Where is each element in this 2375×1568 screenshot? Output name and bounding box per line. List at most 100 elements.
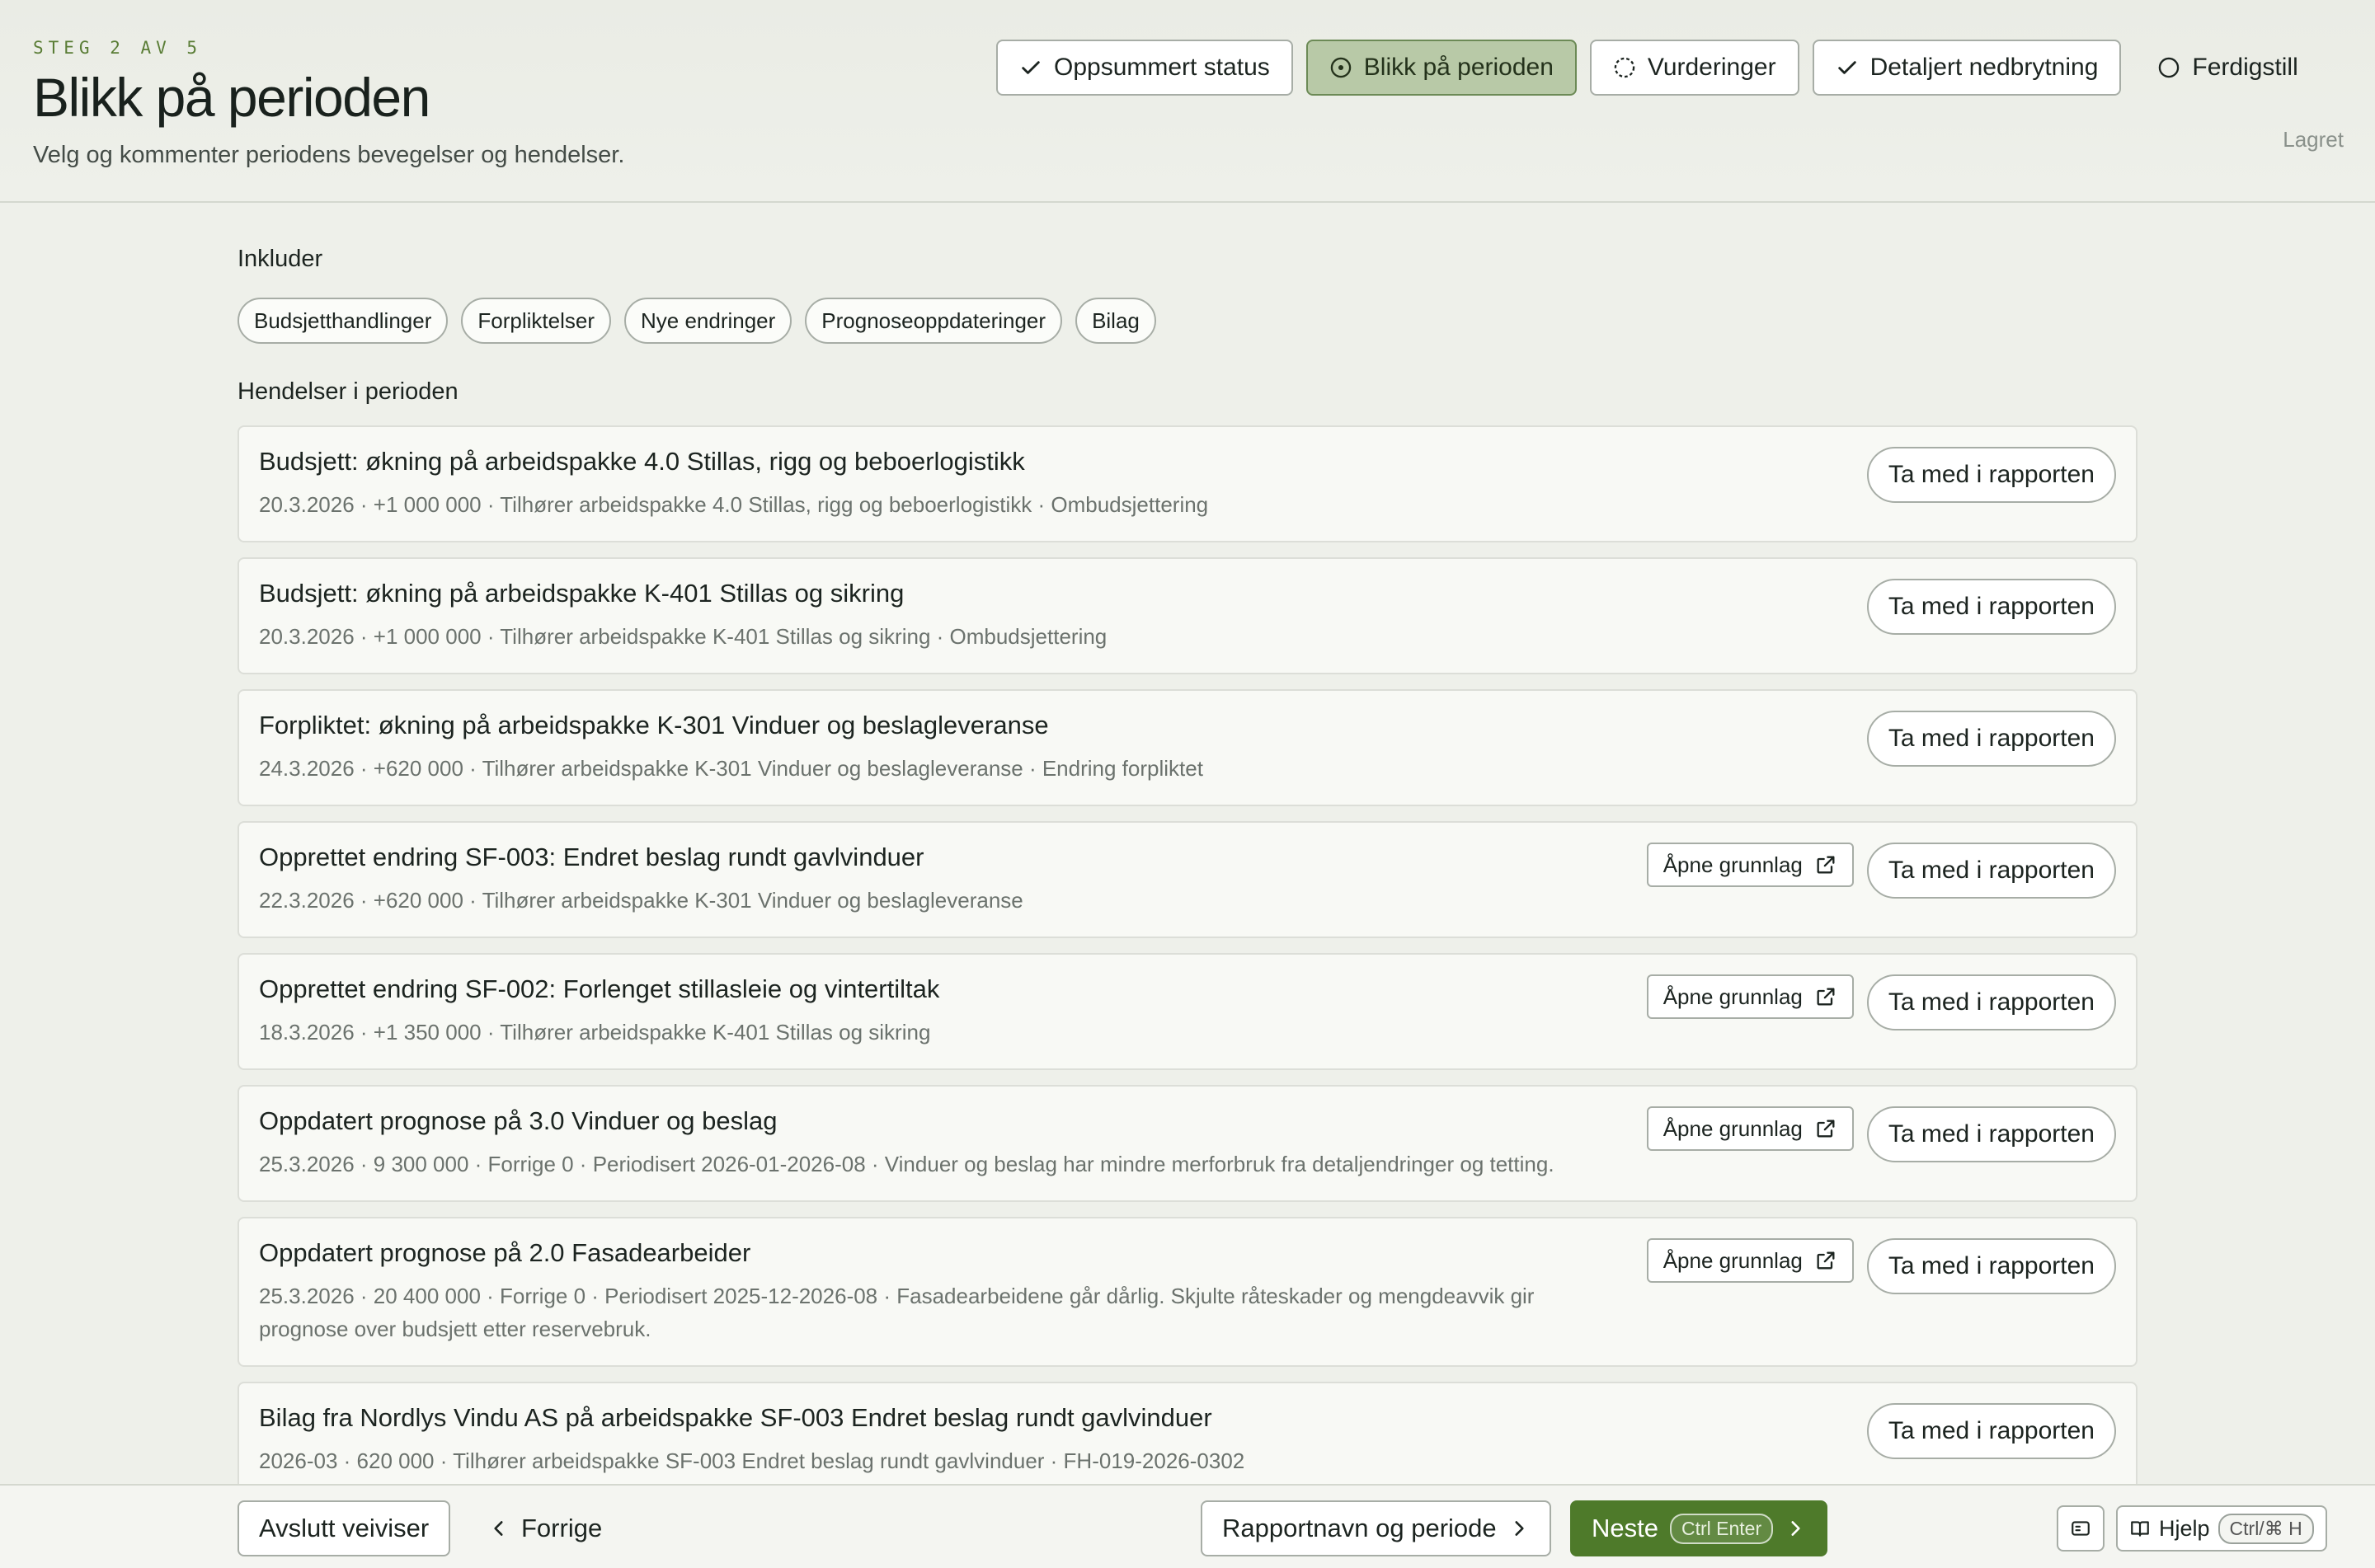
event-meta: 20.3.2026 · +1 000 000 · Tilhører arbeid… — [259, 624, 1108, 649]
stepper: Oppsummert status Blikk på perioden Vurd… — [996, 40, 2321, 96]
event-actions: Ta med i rapporten — [1866, 1403, 2116, 1459]
next-shortcut-hint: Ctrl Enter — [1669, 1513, 1774, 1544]
dashed-circle-icon — [1614, 57, 1635, 78]
step-label: Blikk på perioden — [1363, 54, 1554, 81]
event-meta: 25.3.2026 · 9 300 000 · Forrige 0 · Peri… — [259, 1152, 1554, 1176]
help-button[interactable]: Hjelp Ctrl/⌘ H — [2116, 1505, 2327, 1552]
wizard-footer: Avslutt veiviser Forrige Rapportnavn og … — [0, 1484, 2375, 1568]
event-meta: 25.3.2026 · 20 400 000 · Forrige 0 · Per… — [259, 1284, 1535, 1341]
previous-button[interactable]: Forrige — [467, 1500, 623, 1556]
open-basis-button[interactable]: Åpne grunnlag — [1646, 974, 1854, 1019]
event-card: Oppdatert prognose på 3.0 Vinduer og bes… — [238, 1085, 2138, 1202]
external-link-icon — [1817, 1120, 1835, 1138]
external-link-icon — [1817, 1251, 1835, 1270]
next-label: Neste — [1592, 1514, 1658, 1542]
page-title: Blikk på perioden — [33, 67, 430, 128]
event-card: Forpliktet: økning på arbeidspakke K-301… — [238, 689, 2138, 806]
chip-forpliktelser[interactable]: Forpliktelser — [461, 298, 611, 344]
page-subtitle: Velg og kommenter periodens bevegelser o… — [33, 142, 625, 168]
event-title: Opprettet endring SF-002: Forlenget stil… — [259, 974, 940, 1003]
event-card: Opprettet endring SF-002: Forlenget stil… — [238, 953, 2138, 1070]
event-actions: Ta med i rapporten — [1866, 579, 2116, 635]
step-detaljert-nedbrytning[interactable]: Detaljert nedbrytning — [1812, 40, 2122, 96]
next-button[interactable]: Neste Ctrl Enter — [1570, 1500, 1828, 1556]
report-name-period-label: Rapportnavn og periode — [1222, 1514, 1497, 1542]
include-in-report-button[interactable]: Ta med i rapporten — [1866, 711, 2116, 767]
event-card: Bilag fra Nordlys Vindu AS på arbeidspak… — [238, 1382, 2138, 1499]
exit-wizard-button[interactable]: Avslutt veiviser — [238, 1500, 451, 1556]
help-shortcut-hint: Ctrl/⌘ H — [2217, 1513, 2314, 1544]
include-in-report-button[interactable]: Ta med i rapporten — [1866, 447, 2116, 503]
step-blikk-pa-perioden[interactable]: Blikk på perioden — [1305, 40, 1577, 96]
open-basis-button[interactable]: Åpne grunnlag — [1646, 843, 1854, 887]
wizard-header: STEG 2 AV 5 Blikk på perioden Velg og ko… — [0, 0, 2375, 203]
event-card: Opprettet endring SF-003: Endret beslag … — [238, 821, 2138, 938]
event-actions: Åpne grunnlag Ta med i rapporten — [1646, 1106, 2116, 1162]
step-vurderinger[interactable]: Vurderinger — [1589, 40, 1799, 96]
chip-bilag[interactable]: Bilag — [1075, 298, 1156, 344]
layout-toggle-button[interactable] — [2057, 1505, 2105, 1552]
check-icon — [1837, 61, 1856, 74]
chip-budsjetthandlinger[interactable]: Budsjetthandlinger — [238, 298, 449, 344]
include-in-report-label: Ta med i rapporten — [1888, 1252, 2095, 1279]
include-filter-chips: Budsjetthandlinger Forpliktelser Nye end… — [238, 298, 2138, 344]
event-actions: Åpne grunnlag Ta med i rapporten — [1646, 974, 2116, 1030]
external-link-icon — [1817, 856, 1835, 874]
step-label: Vurderinger — [1647, 54, 1776, 81]
include-in-report-button[interactable]: Ta med i rapporten — [1866, 974, 2116, 1030]
circle-icon — [2159, 57, 2180, 78]
event-meta: 18.3.2026 · +1 350 000 · Tilhører arbeid… — [259, 1020, 931, 1045]
help-label: Hjelp — [2159, 1515, 2210, 1541]
include-in-report-button[interactable]: Ta med i rapporten — [1866, 1106, 2116, 1162]
chip-prognoseoppdateringer[interactable]: Prognoseoppdateringer — [805, 298, 1063, 344]
include-in-report-button[interactable]: Ta med i rapporten — [1866, 1403, 2116, 1459]
event-title: Budsjett: økning på arbeidspakke K-401 S… — [259, 579, 905, 608]
open-basis-label: Åpne grunnlag — [1662, 1115, 1803, 1141]
chevron-right-icon — [1791, 1521, 1800, 1536]
events-list: Budsjett: økning på arbeidspakke 4.0 Sti… — [238, 425, 2138, 1499]
event-card: Oppdatert prognose på 2.0 Fasadearbeider… — [238, 1217, 2138, 1367]
include-section-title: Inkluder — [238, 246, 323, 272]
exit-wizard-label: Avslutt veiviser — [259, 1514, 430, 1542]
event-card: Budsjett: økning på arbeidspakke K-401 S… — [238, 557, 2138, 674]
event-actions: Åpne grunnlag Ta med i rapporten — [1646, 1238, 2116, 1294]
open-basis-label: Åpne grunnlag — [1662, 984, 1803, 1009]
event-actions: Ta med i rapporten — [1866, 447, 2116, 503]
include-in-report-button[interactable]: Ta med i rapporten — [1866, 843, 2116, 899]
step-ferdigstill[interactable]: Ferdigstill — [2134, 40, 2321, 96]
include-in-report-label: Ta med i rapporten — [1888, 857, 2095, 884]
external-link-icon — [1817, 988, 1835, 1006]
book-icon — [2131, 1521, 2149, 1537]
include-in-report-button[interactable]: Ta med i rapporten — [1866, 1238, 2116, 1294]
report-name-period-button[interactable]: Rapportnavn og periode — [1201, 1500, 1551, 1556]
event-meta: 22.3.2026 · +620 000 · Tilhører arbeidsp… — [259, 888, 1023, 913]
include-in-report-label: Ta med i rapporten — [1888, 593, 2095, 620]
chevron-left-icon — [494, 1521, 503, 1536]
include-in-report-button[interactable]: Ta med i rapporten — [1866, 579, 2116, 635]
main-content: Inkluder Budsjetthandlinger Forpliktelse… — [238, 246, 2138, 1499]
chip-nye-endringer[interactable]: Nye endringer — [623, 298, 792, 344]
panel-icon — [2072, 1521, 2090, 1536]
open-basis-button[interactable]: Åpne grunnlag — [1646, 1238, 1854, 1283]
event-title: Bilag fra Nordlys Vindu AS på arbeidspak… — [259, 1403, 1212, 1432]
include-in-report-label: Ta med i rapporten — [1888, 988, 2095, 1016]
previous-label: Forrige — [521, 1514, 603, 1542]
step-label: Detaljert nedbrytning — [1869, 54, 2099, 81]
check-icon — [1022, 61, 1040, 74]
include-in-report-label: Ta med i rapporten — [1888, 725, 2095, 752]
open-basis-button[interactable]: Åpne grunnlag — [1646, 1106, 1854, 1151]
event-title: Opprettet endring SF-003: Endret beslag … — [259, 843, 924, 871]
open-basis-label: Åpne grunnlag — [1662, 852, 1803, 877]
event-title: Budsjett: økning på arbeidspakke 4.0 Sti… — [259, 447, 1025, 476]
open-basis-label: Åpne grunnlag — [1662, 1247, 1803, 1273]
events-section-title: Hendelser i perioden — [238, 378, 459, 405]
event-card: Budsjett: økning på arbeidspakke 4.0 Sti… — [238, 425, 2138, 542]
event-title: Forpliktet: økning på arbeidspakke K-301… — [259, 711, 1049, 739]
include-in-report-label: Ta med i rapporten — [1888, 1120, 2095, 1148]
step-counter: STEG 2 AV 5 — [33, 38, 203, 58]
event-title: Oppdatert prognose på 2.0 Fasadearbeider — [259, 1238, 751, 1267]
dot-circle-icon — [1330, 57, 1352, 78]
event-meta: 2026-03 · 620 000 · Tilhører arbeidspakk… — [259, 1448, 1245, 1473]
chevron-right-icon — [1515, 1521, 1524, 1536]
step-oppsummert-status[interactable]: Oppsummert status — [996, 40, 1293, 96]
